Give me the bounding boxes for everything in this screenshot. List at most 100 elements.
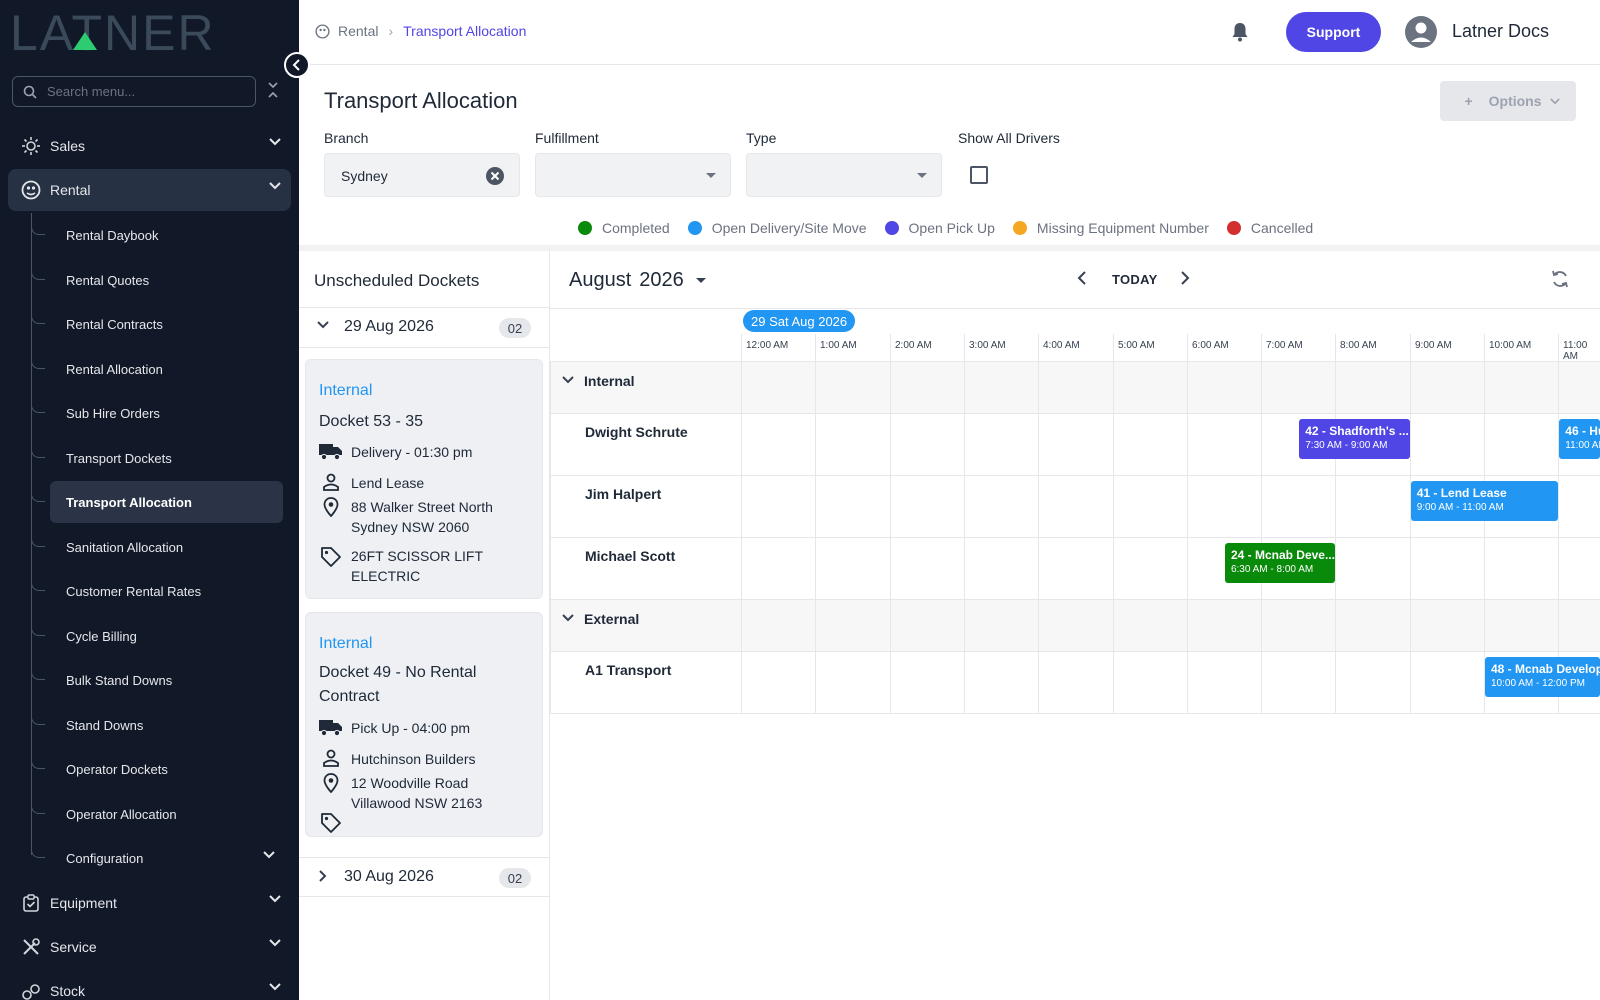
legend-label: Open Delivery/Site Move: [711, 220, 867, 236]
sidebar-sub-operator-allocation[interactable]: Operator Allocation: [31, 793, 283, 835]
sidebar-sub-transport-allocation[interactable]: Transport Allocation: [31, 481, 283, 523]
branch-value: Sydney: [341, 168, 388, 184]
fulfillment-label: Fulfillment: [535, 130, 599, 146]
chevron-left-icon: [292, 59, 300, 71]
group-label: External: [584, 611, 640, 627]
breadcrumb-rental[interactable]: Rental: [338, 23, 378, 39]
chevron-right-icon[interactable]: [1180, 271, 1190, 285]
top-bar: Rental › Transport Allocation Support La…: [299, 0, 1600, 65]
docket-action: Pick Up - 04:00 pm: [351, 720, 471, 736]
sidebar-item-stock[interactable]: Stock: [8, 970, 291, 1000]
sidebar-sub-customer-rental-rates[interactable]: Customer Rental Rates: [31, 570, 283, 612]
search-menu-input[interactable]: [47, 84, 237, 99]
docket-address-line2: Villawood NSW 2163: [351, 795, 483, 811]
tag-icon: [319, 812, 343, 834]
chevron-left-icon[interactable]: [1077, 271, 1087, 285]
docket-equipment-line1: 26FT SCISSOR LIFT: [351, 548, 483, 564]
branch-select[interactable]: Sydney: [324, 153, 520, 197]
sidebar-sub-label: Sub Hire Orders: [66, 405, 160, 421]
person-icon: [319, 473, 343, 491]
docket-customer: Lend Lease: [351, 475, 425, 491]
sidebar-sub-stand-downs[interactable]: Stand Downs: [31, 704, 283, 746]
grid-line: [1038, 334, 1039, 713]
clear-icon[interactable]: [485, 166, 505, 186]
driver-label: Michael Scott: [585, 548, 676, 564]
chevron-down-icon: [269, 138, 281, 146]
driver-label: A1 Transport: [585, 662, 672, 678]
sidebar-sub-label: Bulk Stand Downs: [66, 672, 173, 688]
calendar-event[interactable]: 46 - Hu 11:00 AM: [1559, 419, 1600, 459]
refresh-icon[interactable]: [1550, 269, 1570, 289]
sidebar-sub-label: Rental Contracts: [66, 316, 163, 332]
chevron-down-icon[interactable]: [562, 376, 574, 384]
sidebar-item-sales[interactable]: Sales: [8, 125, 291, 167]
docket-card[interactable]: Internal Docket 53 - 35 Delivery - 01:30…: [305, 359, 543, 599]
calendar-event[interactable]: 48 - Mcnab Developm 10:00 AM - 12:00 PM: [1485, 657, 1600, 697]
grid-line: [1484, 334, 1485, 713]
avatar[interactable]: [1405, 16, 1437, 48]
collapse-sidebar-button[interactable]: [284, 52, 310, 78]
sidebar-item-label: Stock: [50, 983, 86, 999]
sales-icon: [20, 135, 42, 157]
grid-line: [550, 475, 1600, 476]
sidebar-item-rental[interactable]: Rental: [8, 169, 291, 211]
search-icon: [23, 85, 37, 99]
today-button[interactable]: TODAY: [1112, 272, 1158, 287]
event-title: 24 - Mcnab Deve...: [1230, 548, 1335, 562]
page-title: Transport Allocation: [324, 88, 518, 113]
sidebar-sub-configuration[interactable]: Configuration: [31, 837, 283, 879]
sidebar-sub-rental-allocation[interactable]: Rental Allocation: [31, 348, 283, 390]
sidebar-sub-sub-hire-orders[interactable]: Sub Hire Orders: [31, 392, 283, 434]
calendar-event[interactable]: 42 - Shadforth's ... 7:30 AM - 9:00 AM: [1299, 419, 1410, 459]
chevron-down-icon[interactable]: [562, 614, 574, 622]
docket-card[interactable]: Internal Docket 49 - No Rental Contract P…: [305, 612, 543, 837]
sidebar-sub-label: Operator Dockets: [66, 761, 168, 777]
sidebar-sub-rental-contracts[interactable]: Rental Contracts: [31, 303, 283, 345]
unscheduled-group-header[interactable]: 29 Aug 2026 02: [299, 308, 549, 348]
breadcrumb-current: Transport Allocation: [403, 23, 527, 39]
chevron-down-icon: [317, 321, 329, 329]
fulfillment-select[interactable]: [535, 153, 731, 197]
sidebar-sub-label: Rental Quotes: [66, 272, 150, 288]
sidebar-sub-cycle-billing[interactable]: Cycle Billing: [31, 615, 283, 657]
calendar-event[interactable]: 24 - Mcnab Deve... 6:30 AM - 8:00 AM: [1224, 543, 1336, 583]
docket-address-line1: 88 Walker Street North: [351, 499, 493, 515]
sidebar-item-label: Equipment: [50, 895, 117, 911]
tools-icon: [20, 936, 42, 958]
type-label: Type: [746, 130, 777, 146]
sidebar-sub-operator-dockets[interactable]: Operator Dockets: [31, 748, 283, 790]
event-time: 10:00 AM - 12:00 PM: [1491, 678, 1585, 689]
sidebar-sub-label: Transport Allocation: [66, 494, 192, 510]
sidebar-sub-bulk-stand-downs[interactable]: Bulk Stand Downs: [31, 659, 283, 701]
grid-line: [550, 651, 1600, 652]
legend-label: Missing Equipment Number: [1036, 220, 1209, 236]
user-name[interactable]: Latner Docs: [1452, 21, 1549, 42]
search-menu-box[interactable]: [12, 76, 256, 107]
docket-title: Docket 53 - 35: [319, 413, 424, 430]
bell-icon[interactable]: [1231, 22, 1249, 42]
hour-label: 4:00 AM: [1043, 340, 1080, 351]
calendar-panel: August 2026 TODAY 29 Sat Aug 2026 12:00 …: [550, 251, 1600, 1000]
unscheduled-group-header[interactable]: 30 Aug 2026 02: [299, 857, 549, 897]
event-title: 48 - Mcnab Developm: [1491, 662, 1600, 676]
sidebar-sub-rental-daybook[interactable]: Rental Daybook: [31, 214, 283, 256]
sidebar-sub-label: Stand Downs: [66, 717, 144, 733]
sidebar-sub-sanitation-allocation[interactable]: Sanitation Allocation: [31, 526, 283, 568]
legend-item: Open Delivery/Site Move: [687, 220, 867, 236]
sidebar-sub-rental-quotes[interactable]: Rental Quotes: [31, 259, 283, 301]
collapse-all-icon[interactable]: [268, 82, 278, 98]
grid-line: [1261, 334, 1262, 713]
type-select[interactable]: [746, 153, 942, 197]
calendar-event[interactable]: 41 - Lend Lease 9:00 AM - 11:00 AM: [1410, 481, 1559, 521]
support-button[interactable]: Support: [1286, 12, 1381, 52]
grid-line: [741, 334, 742, 713]
grid-line: [1335, 334, 1336, 713]
sidebar-sub-label: Customer Rental Rates: [66, 583, 202, 599]
show-all-drivers-checkbox[interactable]: [970, 166, 988, 184]
sidebar-item-equipment[interactable]: Equipment: [8, 882, 291, 924]
hour-label: 8:00 AM: [1340, 340, 1377, 351]
month-picker[interactable]: August 2026: [569, 269, 706, 292]
options-button[interactable]: + Options: [1440, 81, 1576, 121]
sidebar-sub-transport-dockets[interactable]: Transport Dockets: [31, 437, 283, 479]
sidebar-item-service[interactable]: Service: [8, 926, 291, 968]
